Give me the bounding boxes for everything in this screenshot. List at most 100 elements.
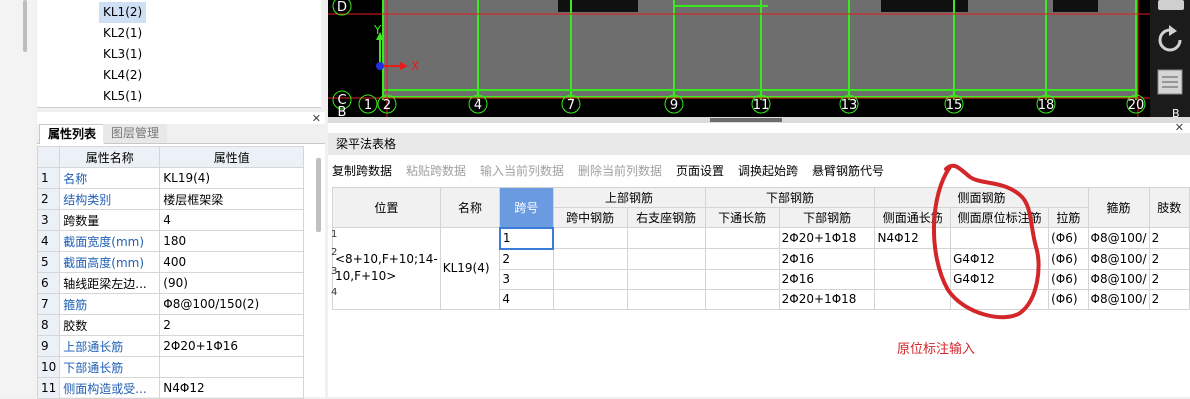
stirrup-cell[interactable]: Φ8@100/: [1087, 227, 1150, 249]
property-value[interactable]: KL19(4): [159, 167, 305, 189]
property-row[interactable]: 7 箍筋 Φ8@100/150(2): [36, 293, 305, 315]
right-support-cell[interactable]: [626, 268, 706, 290]
row-index: 11: [36, 377, 61, 399]
page-setup-button[interactable]: 页面设置: [676, 162, 724, 179]
property-value[interactable]: N4Φ12: [159, 377, 305, 399]
property-row[interactable]: 9 上部通长筋 2Φ20+1Φ16: [36, 335, 305, 357]
mid-span-cell[interactable]: [552, 248, 628, 270]
floor-plan-drawing: D C B 1 2 4 7 9 11 13 15 18 20 Y X: [328, 0, 1150, 117]
property-row[interactable]: 8 胶数 2: [36, 314, 305, 336]
tab-layer-management[interactable]: 图层管理: [103, 124, 168, 143]
property-row[interactable]: 2 结构类别 楼层框架梁: [36, 188, 305, 210]
tree-item[interactable]: KL5(1): [99, 86, 146, 107]
splitter-grip[interactable]: [710, 118, 782, 122]
axis-label: 4: [474, 98, 482, 113]
row-index: 9: [36, 335, 61, 357]
row-marker[interactable]: 1: [331, 229, 337, 240]
paste-span-data-button[interactable]: 粘贴跨数据: [406, 162, 466, 179]
stirrup-cell[interactable]: Φ8@100/: [1087, 248, 1150, 270]
view-cube-icon[interactable]: [1158, 0, 1184, 10]
property-table: 属性名称 属性值 1 名称 KL19(4) 2 结构类别 楼层框架梁 3 跨数量 4 4 截面…: [36, 146, 305, 399]
tab-property-list[interactable]: 属性列表: [39, 124, 106, 144]
axis-label: 15: [946, 98, 963, 113]
right-support-cell[interactable]: [626, 248, 706, 270]
property-value[interactable]: 2: [159, 314, 305, 336]
span-cell[interactable]: 1: [498, 226, 555, 250]
property-value[interactable]: (90): [159, 272, 305, 294]
property-value[interactable]: 4: [159, 209, 305, 231]
lower-through-cell[interactable]: [704, 248, 780, 270]
table-row[interactable]: <8+10,F+10;14-10,F+10> KL19(4) 1 2Φ20+1Φ…: [332, 226, 1190, 310]
row-marker[interactable]: 3: [331, 266, 337, 277]
lower-bar-cell[interactable]: 2Φ20+1Φ18: [778, 227, 876, 249]
stirrup-cell[interactable]: Φ8@100/: [1087, 268, 1150, 290]
gutter-scrollbar[interactable]: [23, 0, 27, 52]
property-row[interactable]: 1 名称 KL19(4): [36, 167, 305, 189]
header-span-number[interactable]: 跨号: [499, 187, 554, 228]
property-row[interactable]: 5 截面高度(mm) 400: [36, 251, 305, 273]
view-toolbar: B: [1150, 0, 1190, 120]
stirrup-cell[interactable]: Φ8@100/: [1087, 288, 1150, 310]
property-name: 侧面构造或受...: [59, 377, 161, 399]
lower-through-cell[interactable]: [704, 268, 780, 290]
row-index: 7: [36, 293, 61, 315]
property-row[interactable]: 6 轴线距梁左边... (90): [36, 272, 305, 294]
mid-span-cell[interactable]: [552, 288, 628, 310]
lower-bar-cell[interactable]: 2Φ16: [778, 248, 876, 270]
row-label: B: [338, 105, 347, 117]
property-value[interactable]: 2Φ20+1Φ16: [159, 335, 305, 357]
header-upper-rebar: 上部钢筋: [552, 187, 706, 208]
lower-through-cell[interactable]: [704, 227, 780, 249]
span-cell[interactable]: 4: [499, 288, 554, 310]
mid-span-cell[interactable]: [552, 227, 628, 249]
property-value[interactable]: 楼层框架梁: [159, 188, 305, 210]
cantilever-code-button[interactable]: 悬臂钢筋代号: [812, 162, 884, 179]
props-scrollbar[interactable]: [316, 158, 321, 232]
property-value[interactable]: Φ8@100/150(2): [159, 293, 305, 315]
copy-span-data-button[interactable]: 复制跨数据: [332, 162, 392, 179]
legs-cell[interactable]: 2: [1148, 268, 1190, 290]
swap-start-span-button[interactable]: 调换起始跨: [738, 162, 798, 179]
lower-through-cell[interactable]: [704, 288, 780, 310]
row-marker[interactable]: 4: [331, 287, 337, 298]
legs-cell[interactable]: 2: [1148, 227, 1190, 249]
input-column-data-button[interactable]: 输入当前列数据: [480, 162, 564, 179]
position-cell[interactable]: <8+10,F+10;14-10,F+10>: [332, 227, 441, 310]
row-index: 6: [36, 272, 61, 294]
tree-item[interactable]: KL1(2): [99, 2, 147, 23]
delete-column-data-button[interactable]: 删除当前列数据: [578, 162, 662, 179]
beam-name-cell[interactable]: KL19(4): [439, 227, 501, 310]
lower-bar-cell[interactable]: 2Φ16: [778, 268, 876, 290]
mid-span-cell[interactable]: [552, 268, 628, 290]
tree-item[interactable]: KL4(2): [99, 65, 146, 86]
right-support-cell[interactable]: [626, 288, 706, 310]
lower-bar-cell[interactable]: 2Φ20+1Φ18: [778, 288, 876, 310]
row-marker[interactable]: 2: [331, 247, 337, 258]
rotate-icon[interactable]: [1158, 25, 1182, 52]
property-row[interactable]: 3 跨数量 4: [36, 209, 305, 231]
component-tree: KL1(2) KL2(1) KL3(1) KL4(2) KL5(1): [37, 0, 364, 108]
layer-list-icon[interactable]: [1157, 69, 1183, 95]
property-row[interactable]: 4 截面宽度(mm) 180: [36, 230, 305, 252]
property-row[interactable]: 10 下部通长筋: [36, 356, 305, 378]
tree-item[interactable]: KL2(1): [99, 23, 146, 44]
header-name: 名称: [439, 187, 501, 228]
legs-cell[interactable]: 2: [1148, 248, 1190, 270]
span-cell[interactable]: 2: [499, 248, 554, 270]
cad-viewport[interactable]: D C B 1 2 4 7 9 11 13 15 18 20 Y X: [328, 0, 1150, 117]
property-name: 名称: [59, 167, 161, 189]
property-name: 下部通长筋: [59, 356, 161, 378]
slab-opening: [1053, 0, 1098, 12]
row-index: 10: [36, 356, 61, 378]
span-cell[interactable]: 3: [499, 268, 554, 290]
axis-label: 2: [383, 98, 391, 113]
legs-cell[interactable]: 2: [1148, 288, 1190, 310]
property-row[interactable]: 11 侧面构造或受... N4Φ12: [36, 377, 305, 399]
annotation-circle-path: [932, 163, 1041, 320]
property-value[interactable]: 400: [159, 251, 305, 273]
right-support-cell[interactable]: [626, 227, 706, 249]
tree-item[interactable]: KL3(1): [99, 44, 146, 65]
property-value[interactable]: [159, 356, 305, 378]
property-name: 箍筋: [59, 293, 161, 315]
property-value[interactable]: 180: [159, 230, 305, 252]
